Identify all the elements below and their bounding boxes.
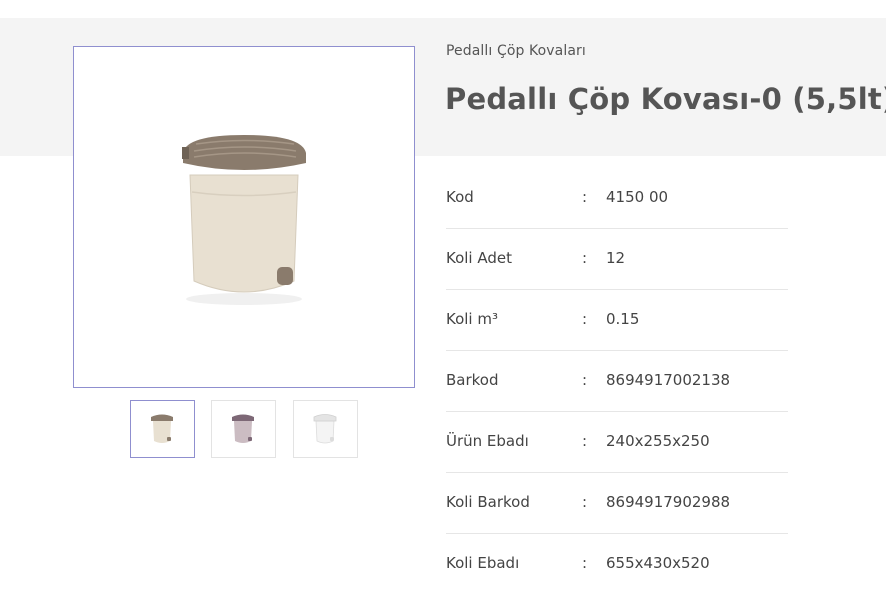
spec-value: 240x255x250	[606, 432, 710, 450]
beige-bin-thumb-icon	[151, 414, 173, 443]
spec-row-kod: Kod : 4150 00	[446, 168, 788, 229]
spec-value: 12	[606, 249, 626, 267]
spec-row-koli-barkod: Koli Barkod : 8694917902988	[446, 473, 788, 534]
spec-value: 0.15	[606, 310, 640, 328]
spec-label: Kod	[446, 188, 474, 206]
spec-label: Koli m³	[446, 310, 498, 328]
spec-colon: :	[582, 188, 588, 206]
spec-row-koli-m3: Koli m³ : 0.15	[446, 290, 788, 351]
spec-label: Koli Barkod	[446, 493, 530, 511]
white-bin-thumb-icon	[313, 414, 337, 444]
page-title: Pedallı Çöp Kovası-0 (5,5lt)	[445, 82, 886, 116]
spec-label: Koli Adet	[446, 249, 512, 267]
spec-label: Ürün Ebadı	[446, 432, 529, 450]
spec-value: 8694917002138	[606, 371, 731, 389]
spec-value: 655x430x520	[606, 554, 710, 572]
spec-colon: :	[582, 493, 588, 511]
product-specs: Kod : 4150 00 Koli Adet : 12 Koli m³ : 0…	[446, 168, 788, 594]
thumbnail-beige[interactable]	[130, 400, 195, 458]
purple-bin-thumb-icon	[232, 414, 254, 443]
spec-row-barkod: Barkod : 8694917002138	[446, 351, 788, 412]
spec-colon: :	[582, 371, 588, 389]
spec-colon: :	[582, 432, 588, 450]
spec-row-urun-ebadi: Ürün Ebadı : 240x255x250	[446, 412, 788, 473]
main-product-image[interactable]	[73, 46, 415, 388]
spec-label: Barkod	[446, 371, 499, 389]
thumbnail-white[interactable]	[293, 400, 358, 458]
thumbnail-purple[interactable]	[211, 400, 276, 458]
spec-value: 4150 00	[606, 188, 669, 206]
spec-row-koli-ebadi: Koli Ebadı : 655x430x520	[446, 534, 788, 594]
spec-colon: :	[582, 249, 588, 267]
pedal-bin-image	[182, 135, 306, 305]
spec-value: 8694917902988	[606, 493, 731, 511]
spec-row-koli-adet: Koli Adet : 12	[446, 229, 788, 290]
breadcrumb[interactable]: Pedallı Çöp Kovaları	[446, 43, 586, 59]
spec-label: Koli Ebadı	[446, 554, 520, 572]
spec-colon: :	[582, 554, 588, 572]
spec-colon: :	[582, 310, 588, 328]
